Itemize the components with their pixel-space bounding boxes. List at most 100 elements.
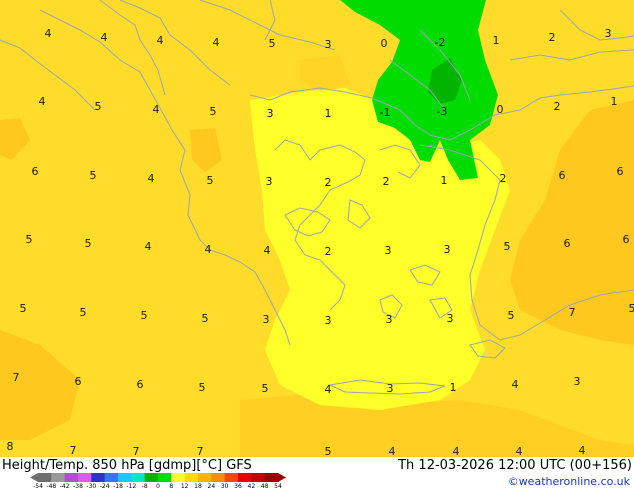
temperature-label: 3 bbox=[325, 314, 332, 327]
temperature-label: 6 bbox=[32, 165, 39, 178]
temperature-label: 5 bbox=[508, 309, 515, 322]
temperature-label: 4 bbox=[453, 445, 460, 457]
temperature-label: 5 bbox=[20, 302, 27, 315]
temperature-label: 2 bbox=[500, 172, 507, 185]
temperature-label: 4 bbox=[579, 444, 586, 457]
temperature-label: 7 bbox=[197, 445, 204, 457]
temperature-label: 1 bbox=[325, 107, 332, 120]
temperature-label: 5 bbox=[262, 382, 269, 395]
color-scale bbox=[30, 473, 292, 482]
color-scale-label: 30 bbox=[221, 483, 229, 490]
color-scale-swatch bbox=[158, 473, 172, 482]
temperature-label: 6 bbox=[564, 237, 571, 250]
temperature-label: 5 bbox=[80, 306, 87, 319]
color-scale-swatch bbox=[238, 473, 252, 482]
temperature-label: 2 bbox=[554, 100, 561, 113]
temperature-label: 4 bbox=[148, 172, 155, 185]
temperature-label: 7 bbox=[569, 306, 576, 319]
temperature-label: 3 bbox=[385, 244, 392, 257]
color-scale-swatch bbox=[118, 473, 132, 482]
temperature-label: 4 bbox=[512, 378, 519, 391]
temperature-label: 5 bbox=[26, 233, 33, 246]
temperature-label: -2 bbox=[435, 36, 446, 49]
temperature-label: 6 bbox=[75, 375, 82, 388]
color-scale-swatch bbox=[225, 473, 239, 482]
color-scale-swatch bbox=[185, 473, 199, 482]
temperature-label: 0 bbox=[497, 103, 504, 116]
temperature-label: 3 bbox=[266, 175, 273, 188]
temperature-label: 3 bbox=[447, 312, 454, 325]
temperature-label: 5 bbox=[141, 309, 148, 322]
temperature-label: 3 bbox=[325, 38, 332, 51]
temperature-label: 3 bbox=[387, 382, 394, 395]
temperature-label: 4 bbox=[45, 27, 52, 40]
temperature-label: 4 bbox=[213, 36, 220, 49]
temperature-label: 6 bbox=[137, 378, 144, 391]
temperature-label: 8 bbox=[7, 440, 14, 453]
color-scale-label: 24 bbox=[208, 483, 216, 490]
temperature-label: 5 bbox=[504, 240, 511, 253]
temperature-label: 5 bbox=[90, 169, 97, 182]
temperature-label: 4 bbox=[39, 95, 46, 108]
temperature-label: 3 bbox=[386, 313, 393, 326]
temperature-label: 4 bbox=[157, 34, 164, 47]
color-scale-label: -8 bbox=[142, 483, 148, 490]
color-scale-label: 0 bbox=[156, 483, 160, 490]
temperature-label: 5 bbox=[85, 237, 92, 250]
temperature-label: 5 bbox=[95, 100, 102, 113]
color-scale-swatch bbox=[38, 473, 52, 482]
temperature-label: 2 bbox=[549, 31, 556, 44]
temperature-label: 2 bbox=[325, 245, 332, 258]
color-scale-label: 18 bbox=[194, 483, 202, 490]
credit-link[interactable]: ©weatheronline.co.uk bbox=[508, 475, 630, 488]
temperature-label: 4 bbox=[205, 243, 212, 256]
temperature-label: 7 bbox=[133, 445, 140, 457]
temperature-label: 1 bbox=[611, 95, 618, 108]
temperature-label: 5 bbox=[199, 381, 206, 394]
temperature-label: -1 bbox=[380, 106, 391, 119]
color-scale-label: -12 bbox=[126, 483, 136, 490]
map-title: Height/Temp. 850 hPa [gdmp][°C] GFS bbox=[2, 458, 252, 473]
temperature-label: 0 bbox=[381, 37, 388, 50]
color-scale-swatch bbox=[251, 473, 265, 482]
temperature-label: 1 bbox=[450, 381, 457, 394]
color-scale-label: 48 bbox=[261, 483, 269, 490]
color-scale-label: -30 bbox=[86, 483, 96, 490]
color-scale-label: -24 bbox=[100, 483, 110, 490]
color-scale-label: -54 bbox=[33, 483, 43, 490]
temperature-label: 4 bbox=[325, 383, 332, 396]
temperature-label: 5 bbox=[207, 174, 214, 187]
temperature-label: 7 bbox=[70, 444, 77, 457]
temperature-label: 6 bbox=[617, 165, 624, 178]
temperature-label: 3 bbox=[267, 107, 274, 120]
color-scale-swatch bbox=[131, 473, 145, 482]
color-scale-swatch bbox=[65, 473, 79, 482]
color-scale-label: 54 bbox=[274, 483, 282, 490]
temperature-label: 4 bbox=[264, 244, 271, 257]
color-scale-swatch bbox=[91, 473, 105, 482]
temperature-label: 1 bbox=[441, 174, 448, 187]
temperature-label: 5 bbox=[325, 445, 332, 457]
temperature-label: 5 bbox=[629, 302, 634, 315]
color-scale-label: -18 bbox=[113, 483, 123, 490]
color-scale-arrow-left bbox=[30, 473, 38, 482]
color-scale-label: 12 bbox=[181, 483, 189, 490]
valid-time: Th 12-03-2026 12:00 UTC (00+156) bbox=[398, 458, 632, 473]
color-scale-label: -48 bbox=[46, 483, 56, 490]
map-footer: Height/Temp. 850 hPa [gdmp][°C] GFS Th 1… bbox=[0, 457, 634, 490]
temperature-label: 5 bbox=[202, 312, 209, 325]
map-canvas: 4444530-2123454531-1-3021654532212665544… bbox=[0, 0, 634, 457]
color-scale-label: -38 bbox=[73, 483, 83, 490]
color-scale-swatch bbox=[171, 473, 185, 482]
color-scale-label: -42 bbox=[60, 483, 70, 490]
color-scale-label: 8 bbox=[169, 483, 173, 490]
weather-map: 4444530-2123454531-1-3021654532212665544… bbox=[0, 0, 634, 457]
color-scale-label: 42 bbox=[248, 483, 256, 490]
color-scale-swatch bbox=[105, 473, 119, 482]
color-scale-label: 36 bbox=[234, 483, 242, 490]
color-scale-swatch bbox=[145, 473, 159, 482]
temperature-label: 1 bbox=[493, 34, 500, 47]
temperature-label: 2 bbox=[325, 176, 332, 189]
temperature-label: 6 bbox=[559, 169, 566, 182]
temperature-label: 2 bbox=[383, 175, 390, 188]
